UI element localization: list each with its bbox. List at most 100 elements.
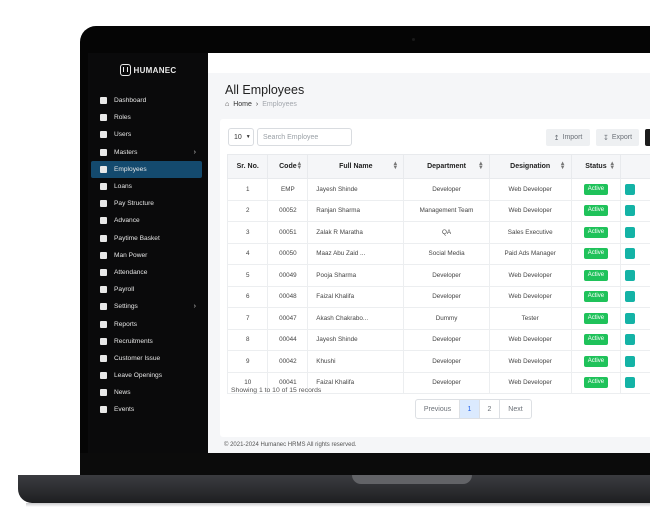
- download-icon: ↧: [602, 134, 609, 142]
- cell-actions: [620, 199, 650, 222]
- sidebar-item-label: Employees: [114, 165, 147, 173]
- view-action-button[interactable]: [625, 248, 636, 260]
- sidebar-item-label: Payroll: [114, 286, 135, 294]
- page-size-select[interactable]: 10 ▼: [228, 128, 254, 146]
- cell-sr-no: 4: [226, 242, 269, 265]
- cell-actions: [620, 350, 650, 373]
- sidebar-item-masters[interactable]: Masters ›: [91, 144, 202, 161]
- table-row[interactable]: 6 00048 Faizal Khalifa Developer Web Develop…: [226, 285, 650, 308]
- cell-designation: Web Developer: [488, 371, 572, 394]
- view-action-button[interactable]: [625, 355, 636, 367]
- sidebar-item-man-power[interactable]: Man Power: [91, 247, 202, 264]
- column-header[interactable]: Designation ▲ ▼: [488, 154, 572, 179]
- cell-designation: Tester: [488, 307, 572, 330]
- view-action-button[interactable]: [625, 226, 636, 238]
- column-header[interactable]: Department ▲ ▼: [403, 154, 490, 179]
- sidebar-item-label: Masters: [114, 148, 138, 156]
- cell-actions: [620, 285, 650, 308]
- column-header[interactable]: Status ▲ ▼: [570, 154, 622, 179]
- view-action-button[interactable]: [625, 183, 636, 195]
- breadcrumb: ⌂ Home › Employees: [225, 101, 297, 108]
- import-button[interactable]: ↥ Import: [546, 129, 590, 146]
- table-row[interactable]: 2 00052 Ranjan Sharma Management Team Web De…: [226, 199, 650, 222]
- cell-designation: Web Developer: [488, 350, 572, 373]
- sidebar-item-attendance[interactable]: Attendance: [91, 264, 202, 281]
- sidebar-item-label: Advance: [114, 217, 140, 225]
- view-action-button[interactable]: [625, 312, 636, 324]
- sidebar-item-events[interactable]: Events: [91, 401, 202, 418]
- page-1-button[interactable]: 1: [460, 400, 480, 418]
- view-action-button[interactable]: [625, 377, 636, 389]
- sidebar-item-reports[interactable]: Reports: [91, 315, 202, 332]
- add-employee-button[interactable]: [645, 129, 650, 146]
- column-header[interactable]: Code ▲ ▼: [267, 154, 309, 179]
- screen: HUMANEC Dashboard Roles Users Masters › Emplo…: [88, 53, 650, 453]
- sidebar-item-dashboard[interactable]: Dashboard: [91, 92, 202, 109]
- home-icon: ⌂: [225, 101, 230, 108]
- sidebar-item-payroll[interactable]: Payroll: [91, 281, 202, 298]
- sidebar-item-news[interactable]: News: [91, 384, 202, 401]
- cell-department: Developer: [403, 328, 490, 351]
- table-row[interactable]: 9 00042 Khushi Developer Web Developer Active: [226, 350, 650, 373]
- search-input[interactable]: Search Employee: [257, 128, 352, 146]
- table-row[interactable]: 4 00050 Maaz Abu Zaid ... Social Media Paid …: [226, 242, 650, 265]
- cell-designation: Web Developer: [488, 285, 572, 308]
- table-row[interactable]: 3 00051 Zalak R Maratha QA Sales Executive Ac…: [226, 221, 650, 244]
- cell-code: 00042: [267, 350, 309, 373]
- cell-full-name: Zalak R Maratha: [307, 221, 405, 244]
- table-row[interactable]: 1 EMP Jayesh Shinde Developer Web Developer A…: [226, 178, 650, 201]
- breadcrumb-home[interactable]: Home: [233, 101, 252, 108]
- footer-copyright: © 2021-2024 Humanec HRMS All rights rese…: [224, 442, 357, 448]
- sidebar-item-pay-structure[interactable]: Pay Structure: [91, 195, 202, 212]
- export-label: Export: [611, 134, 633, 141]
- sidebar-item-settings[interactable]: Settings ›: [91, 298, 202, 315]
- sort-icon: ▲ ▼: [392, 161, 399, 171]
- basket-icon: [99, 234, 107, 242]
- pagination: Previous 1 2 Next: [415, 399, 532, 419]
- sidebar-item-label: Loans: [114, 183, 132, 191]
- cell-sr-no: 2: [226, 199, 269, 222]
- manpower-icon: [99, 251, 107, 259]
- page-2-button[interactable]: 2: [480, 400, 500, 418]
- previous-page-button[interactable]: Previous: [416, 400, 460, 418]
- view-action-button[interactable]: [625, 269, 636, 281]
- view-action-button[interactable]: [625, 334, 636, 346]
- sidebar-item-users[interactable]: Users: [91, 126, 202, 143]
- laptop-base: [18, 475, 650, 503]
- export-button[interactable]: ↧ Export: [596, 129, 639, 146]
- pay-structure-icon: [99, 200, 107, 208]
- column-header: Sr. No.: [226, 154, 269, 179]
- sidebar-item-recruitments[interactable]: Recruitments: [91, 333, 202, 350]
- cell-status: Active: [570, 371, 622, 394]
- view-action-button[interactable]: [625, 291, 636, 303]
- cell-department: Social Media: [403, 242, 490, 265]
- table-row[interactable]: 7 00047 Akash Chakrabo... Dummy Tester Active: [226, 307, 650, 330]
- cell-actions: [620, 328, 650, 351]
- sidebar-item-label: Settings: [114, 303, 138, 311]
- page-size-value: 10: [234, 133, 242, 141]
- sidebar-item-leave-openings[interactable]: Leave Openings: [91, 367, 202, 384]
- next-page-button[interactable]: Next: [500, 400, 531, 418]
- status-badge: Active: [583, 377, 609, 389]
- sidebar-item-employees[interactable]: Employees: [91, 160, 202, 178]
- cell-sr-no: 7: [226, 307, 269, 330]
- status-badge: Active: [583, 334, 609, 346]
- view-action-button[interactable]: [625, 205, 636, 217]
- sidebar-item-loans[interactable]: Loans: [91, 178, 202, 195]
- sidebar-item-roles[interactable]: Roles: [91, 109, 202, 126]
- table-header-row: Sr. No. Code ▲ ▼ Full Name ▲ ▼ Department ▲ ▼ Desi…: [226, 154, 650, 179]
- column-header[interactable]: Full Name ▲ ▼: [307, 154, 405, 179]
- table-row[interactable]: 8 00044 Jayesh Shinde Developer Web Develope…: [226, 328, 650, 351]
- sort-icon: ▲ ▼: [477, 161, 484, 171]
- import-label: Import: [562, 134, 583, 141]
- cell-full-name: Khushi: [307, 350, 405, 373]
- sidebar-item-advance[interactable]: Advance: [91, 212, 202, 229]
- breadcrumb-separator-icon: ›: [255, 101, 259, 108]
- cell-actions: [620, 371, 650, 394]
- sidebar-item-paytime-basket[interactable]: Paytime Basket: [91, 230, 202, 247]
- cell-code: 00044: [267, 328, 309, 351]
- sidebar-item-customer-issue[interactable]: Customer Issue: [91, 350, 202, 367]
- cell-sr-no: 5: [226, 264, 269, 287]
- cell-designation: Web Developer: [488, 264, 572, 287]
- table-row[interactable]: 5 00049 Pooja Sharma Developer Web Developer…: [226, 264, 650, 287]
